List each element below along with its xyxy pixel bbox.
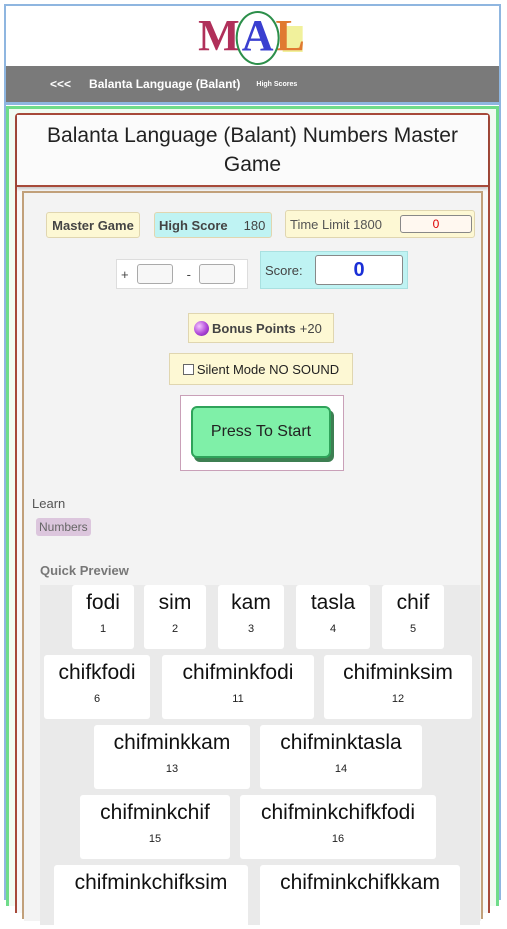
start-button[interactable]: Press To Start bbox=[191, 406, 331, 458]
word-grid: fodi 1 sim 2 kam 3 tasla 4 chif 5 chifkfodi 6 … bbox=[40, 585, 480, 929]
language-link[interactable]: Balanta Language (Balant) bbox=[89, 77, 240, 91]
back-link[interactable]: <<< bbox=[50, 77, 71, 91]
word-card: kam 3 bbox=[218, 585, 284, 649]
high-score-label: High Score bbox=[159, 217, 228, 233]
silent-mode-toggle[interactable]: Silent Mode NO SOUND bbox=[169, 353, 353, 385]
page-title: Balanta Language (Balant) Numbers Master… bbox=[47, 124, 458, 176]
time-limit-badge: Time Limit 1800 0 bbox=[285, 210, 475, 238]
plus-field bbox=[136, 264, 173, 284]
minus-field bbox=[198, 264, 235, 284]
nav-bar: <<< Balanta Language (Balant) High Score… bbox=[6, 66, 499, 105]
learn-label: Learn bbox=[32, 496, 66, 511]
bonus-points-badge: Bonus Points +20 bbox=[188, 313, 334, 343]
word-card: chifminkfodi 11 bbox=[162, 655, 314, 719]
time-display: 0 bbox=[400, 215, 472, 233]
start-button-wrap: Press To Start bbox=[180, 395, 344, 471]
gem-icon bbox=[194, 320, 209, 336]
time-limit-label: Time Limit 1800 bbox=[290, 216, 382, 232]
word-card: chif 5 bbox=[382, 585, 444, 649]
logo-letter-m: M bbox=[198, 11, 242, 60]
high-score-value: 180 bbox=[243, 217, 266, 233]
word-card: chifminktasla 14 bbox=[260, 725, 422, 789]
main-card: Balanta Language (Balant) Numbers Master… bbox=[15, 113, 490, 929]
silent-mode-label: Silent Mode NO SOUND bbox=[196, 361, 340, 377]
plus-minus-box: + - bbox=[116, 259, 248, 289]
logo-bar: M AL bbox=[6, 6, 499, 66]
mal-logo[interactable]: M AL bbox=[198, 10, 307, 65]
word-card: sim 2 bbox=[144, 585, 206, 649]
master-game-label: Master Game bbox=[46, 212, 140, 238]
game-panel: Master Game High Score 180 Time Limit 18… bbox=[22, 191, 483, 929]
word-card: chifkfodi 6 bbox=[44, 655, 150, 719]
quick-preview-label: Quick Preview bbox=[40, 563, 129, 578]
word-card: chifminkkam 13 bbox=[94, 725, 250, 789]
numbers-tag[interactable]: Numbers bbox=[36, 518, 91, 536]
logo-letter-l: L bbox=[275, 11, 307, 60]
word-card: chifminkchifksim bbox=[54, 865, 248, 929]
word-card: chifminkchifkkam bbox=[260, 865, 460, 929]
score-value: 0 bbox=[315, 255, 403, 285]
minus-label: - bbox=[186, 266, 191, 282]
word-card: tasla 4 bbox=[296, 585, 370, 649]
word-card: chifminkchif 15 bbox=[80, 795, 230, 859]
logo-ring bbox=[235, 11, 280, 65]
app-frame: M AL <<< Balanta Language (Balant) High S… bbox=[4, 4, 501, 929]
word-card: chifminkchifkfodi 16 bbox=[240, 795, 436, 859]
title-box: Balanta Language (Balant) Numbers Master… bbox=[17, 115, 488, 187]
logo-letter-a: A bbox=[235, 11, 280, 65]
game-container: Balanta Language (Balant) Numbers Master… bbox=[6, 106, 499, 929]
plus-label: + bbox=[121, 266, 129, 282]
word-card: fodi 1 bbox=[72, 585, 134, 649]
bonus-value: +20 bbox=[299, 320, 322, 336]
high-score-badge: High Score 180 bbox=[154, 212, 272, 238]
silent-mode-checkbox[interactable] bbox=[182, 363, 194, 375]
learn-section: Learn Numbers Quick Preview fodi 1 sim 2 k… bbox=[24, 491, 481, 929]
high-scores-link[interactable]: High Scores bbox=[256, 81, 297, 88]
bonus-label: Bonus Points bbox=[212, 320, 296, 336]
word-card: chifminksim 12 bbox=[324, 655, 472, 719]
score-label: Score: bbox=[265, 262, 303, 278]
score-box: Score: 0 bbox=[260, 251, 408, 289]
